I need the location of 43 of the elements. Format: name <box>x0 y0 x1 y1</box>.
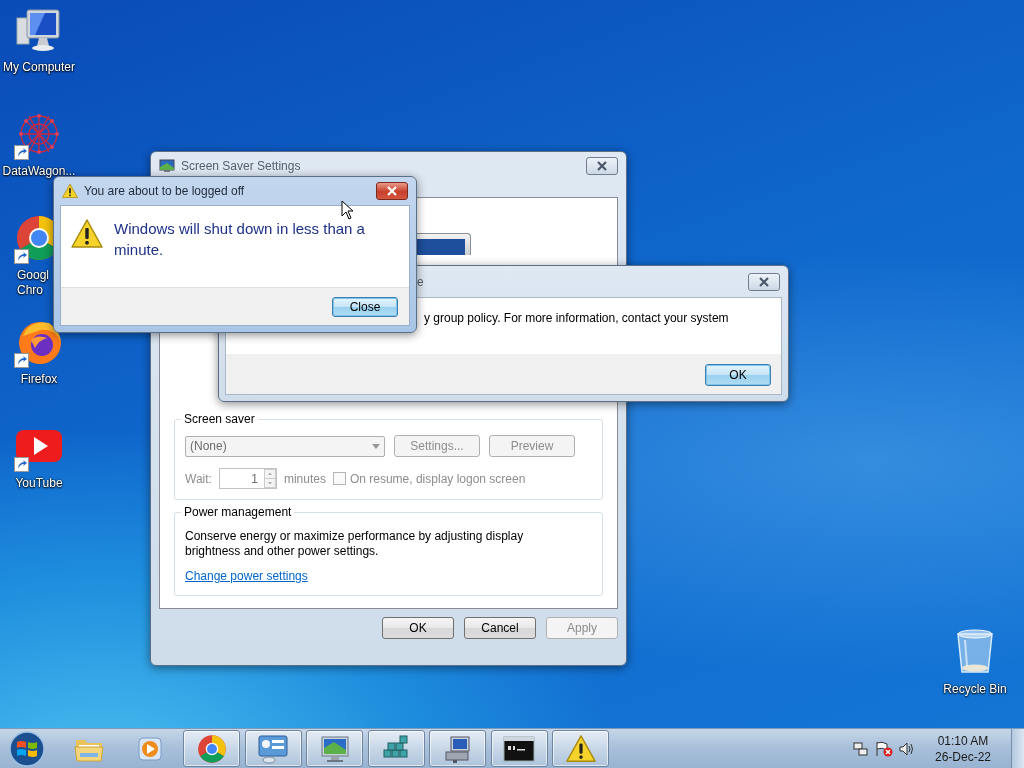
icon-label[interactable]: DataWagon... <box>2 164 76 179</box>
network-icon[interactable] <box>852 740 869 757</box>
icon-label[interactable]: YouTube <box>15 476 63 491</box>
group-legend: Screen saver <box>181 412 258 426</box>
computer-icon[interactable] <box>15 6 63 54</box>
icon-label[interactable]: Firefox <box>20 372 58 387</box>
close-dialog-button[interactable]: Close <box>332 297 398 317</box>
browser-icon <box>196 733 227 764</box>
window-title: You are about to be logged off <box>84 184 245 198</box>
warning-icon <box>71 218 103 250</box>
checkbox-label: On resume, display logon screen <box>349 471 526 486</box>
close-icon <box>596 161 608 171</box>
computer-icon <box>442 733 473 764</box>
start-button[interactable] <box>8 729 46 768</box>
play-icon <box>136 734 164 763</box>
warning-icon <box>62 183 78 199</box>
logoff-message: Windows will shut down in less than a minute. <box>114 219 366 260</box>
taskbar-button[interactable] <box>490 730 548 767</box>
group-legend: Power management <box>181 505 295 519</box>
control-panel-icon <box>257 733 289 764</box>
change-power-link[interactable]: Change power settings <box>185 569 308 583</box>
terminal-icon <box>503 735 535 762</box>
window-title: e <box>417 274 424 289</box>
clock[interactable]: 01:10 AM 26-Dec-22 <box>934 732 991 765</box>
minutes-label: minutes <box>283 471 326 486</box>
caret-icon <box>372 443 380 449</box>
power-description: Conserve energy or maximize performance by adjusting display brightness and other power settings. <box>185 529 525 559</box>
close-button[interactable] <box>376 182 408 200</box>
close-icon <box>386 186 398 196</box>
monitor-icon <box>319 733 350 764</box>
icon-label[interactable]: My Computer <box>3 60 75 75</box>
wait-label: Wait: <box>185 471 212 486</box>
window-title: Screen Saver Settings <box>181 159 301 173</box>
flag-error-icon[interactable] <box>874 740 893 757</box>
warning-icon <box>565 733 596 764</box>
show-desktop-button[interactable] <box>1011 729 1024 768</box>
display-settings-icon <box>159 159 175 173</box>
recycle-bin-icon[interactable] <box>955 628 995 676</box>
policy-message: y group policy. For more information, contact your system <box>424 311 729 325</box>
speaker-icon[interactable] <box>898 740 915 757</box>
close-icon <box>758 276 770 287</box>
icon-label[interactable]: Googl Chro <box>17 268 50 298</box>
icon-label[interactable]: Recycle Bin <box>943 682 1007 697</box>
